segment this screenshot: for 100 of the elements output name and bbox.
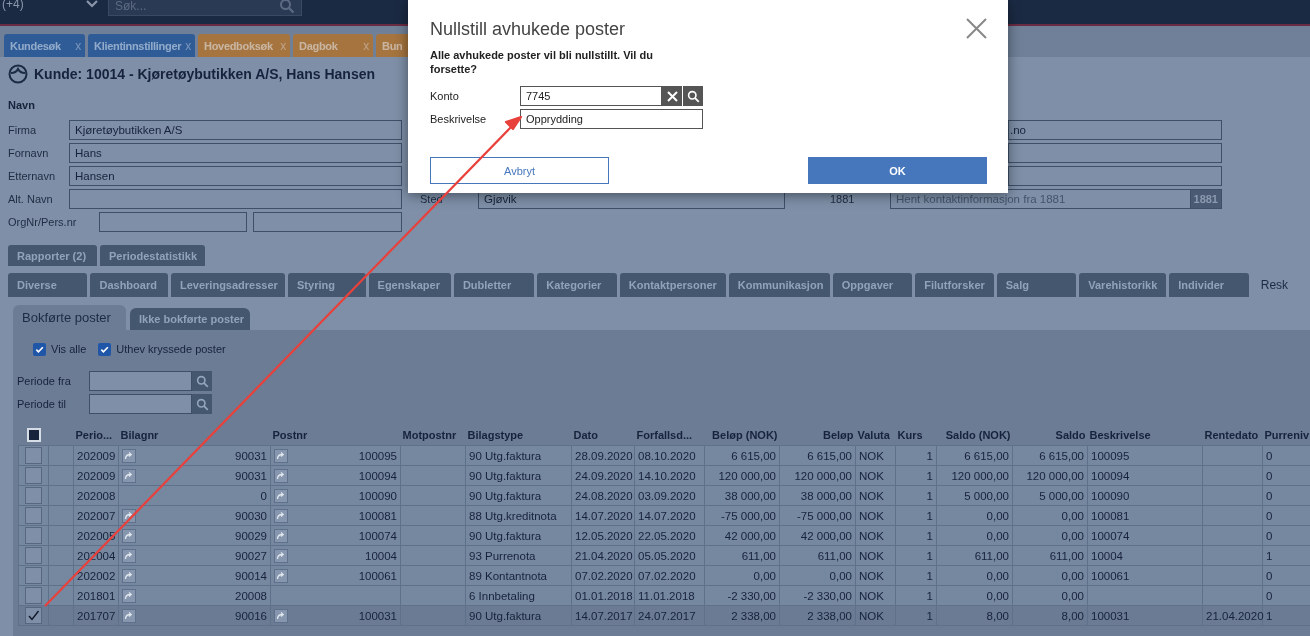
tab-close-button[interactable]: x [75,38,81,53]
column-header[interactable]: Beløp (NOK) [712,428,778,441]
column-header[interactable]: Dato [573,428,598,441]
tab[interactable]: Kontaktpersoner [619,273,726,297]
tab-close-button[interactable]: x [280,38,286,53]
input-field[interactable] [69,189,402,209]
tab[interactable]: Kategorier [537,273,617,297]
table-cell: 01.01.2018 [575,589,633,602]
document-tab[interactable]: Kundesøk x [4,34,85,57]
input-field[interactable]: Hans [69,143,402,163]
tab[interactable]: Egenskaper [368,273,451,297]
table-cell: 6 615,00 [1039,449,1084,462]
report-tab[interactable]: Periodestatistikk [100,245,205,266]
column-header[interactable]: Rentedato [1204,428,1259,441]
column-header[interactable]: Saldo (NOK) [945,428,1011,441]
table-cell: 0,00 [829,569,852,582]
tab[interactable]: Filutforsker [915,273,994,297]
row-checkbox[interactable] [25,607,42,624]
document-tab[interactable]: Dagbok x [293,34,373,57]
tab-close-button[interactable]: x [185,38,191,53]
tab[interactable]: Bokførte poster [13,305,126,330]
table-cell: 6 615,00 [964,449,1009,462]
clear-button[interactable] [662,86,682,106]
tab[interactable]: Styring [288,273,366,297]
input-field[interactable] [253,212,402,232]
tab[interactable]: Dubletter [453,273,535,297]
table-cell: 14.07.2017 [575,609,633,622]
table-cell: 1 [926,569,933,582]
tab[interactable]: Leveringsadresser [171,273,285,297]
ok-button[interactable]: OK [808,157,987,184]
account-field[interactable]: 7745 [520,86,662,106]
table-cell: 1 [926,469,933,482]
checkbox[interactable] [33,342,46,356]
dropdown[interactable]: (+4) [0,0,104,12]
document-tab[interactable]: Hovedboksøk x [198,34,290,57]
table-cell: 100095 [1091,449,1130,462]
table-cell: -2 330,00 [727,589,776,602]
column-header[interactable]: Postnr [272,428,308,441]
tab[interactable]: Individer [1169,273,1249,297]
tab[interactable]: Salg [996,273,1077,297]
table-cell: 1 [926,529,933,542]
input-field[interactable]: Kjøretøybutikken A/S [69,120,402,140]
column-header[interactable]: Bilagnr [120,428,159,441]
tab[interactable]: Diverse [8,273,88,297]
table-cell: 10004 [1091,549,1123,562]
tab-close-button[interactable]: x [363,38,369,53]
column-header[interactable]: Kurs [897,428,923,441]
cancel-button[interactable]: Avbryt [430,157,609,184]
tab[interactable]: Kommunikasjon [728,273,830,297]
report-tab[interactable]: Rapporter (2) [8,245,97,266]
checkbox[interactable] [98,342,112,356]
field-label: Fornavn [8,147,50,159]
row-checkbox[interactable] [25,447,42,464]
field-label: Etternavn [8,170,57,182]
input-field[interactable]: Opprydding [520,109,703,129]
column-header[interactable]: Purreniv [1264,428,1310,441]
select-all-checkbox[interactable] [26,427,41,442]
column-header[interactable]: Bilagstype [467,428,524,441]
row-checkbox[interactable] [25,527,42,544]
table-cell: 07.02.2020 [638,569,696,582]
document-tab[interactable]: Klientinnstillinger x [88,34,195,57]
column-header[interactable]: Beskrivelse [1089,428,1151,441]
dialog-title: Nullstill avhukede poster [430,19,626,40]
input-field[interactable] [99,212,247,232]
table-cell: NOK [859,569,884,582]
input-field[interactable]: .no [1008,120,1222,140]
table-cell: NOK [859,489,884,502]
table-cell: 8,00 [986,609,1009,622]
tab[interactable]: Ikke bokførte poster [130,308,250,330]
close-icon[interactable] [966,18,987,39]
input-field[interactable]: Hansen [69,166,402,186]
row-checkbox[interactable] [25,547,42,564]
column-header[interactable]: Valuta [857,428,890,441]
row-checkbox[interactable] [25,567,42,584]
table-cell: 100031 [358,609,397,622]
tab[interactable]: Dashboard [90,273,168,297]
column-header[interactable]: Saldo [1055,428,1086,441]
column-header[interactable]: Motpostnr [402,428,457,441]
row-checkbox[interactable] [25,467,42,484]
row-checkbox[interactable] [25,587,42,604]
row-checkbox[interactable] [25,507,42,524]
input-field[interactable] [89,394,192,414]
input-field[interactable] [1008,166,1222,186]
input-field[interactable] [89,371,192,391]
tab[interactable]: Varehistorikk [1079,273,1167,297]
input-field[interactable] [1008,143,1222,163]
field-label: OrgNr/Pers.nr [8,216,78,228]
tab[interactable]: Oppgaver [832,273,913,297]
column-header[interactable]: Perio... [75,428,113,441]
column-header[interactable]: Beløp [822,428,854,441]
table-cell: 0 [1266,449,1273,462]
search-button[interactable] [683,86,703,106]
table-cell: 100090 [1091,489,1130,502]
checkbox-label: Vis alle [51,343,87,355]
row-checkbox[interactable] [25,487,42,504]
search-button[interactable] [192,371,212,391]
column-header[interactable]: Forfallsd... [636,428,693,441]
table-cell: 100031 [1091,609,1130,622]
search-button[interactable] [192,394,212,414]
table-cell: 0 [1266,569,1273,582]
